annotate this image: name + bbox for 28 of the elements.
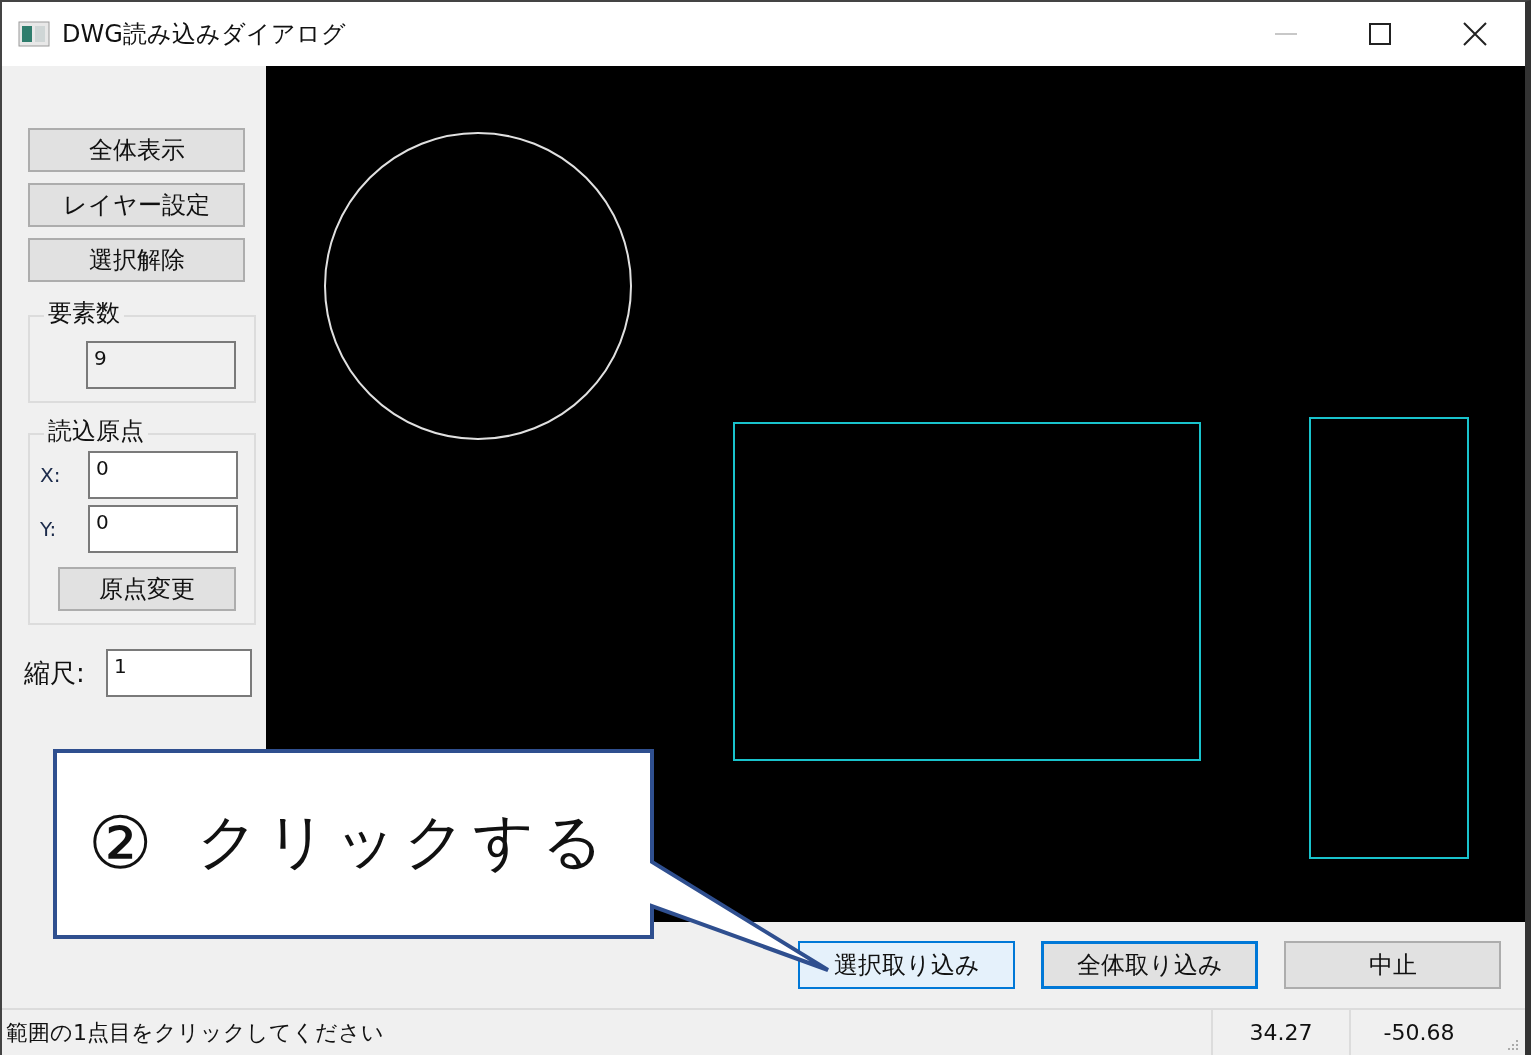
scale-label: 縮尺:: [24, 656, 86, 690]
rectangle-shape[interactable]: [1309, 417, 1469, 859]
side-button[interactable]: 選択解除: [28, 238, 245, 282]
element-count-field[interactable]: 9: [86, 341, 236, 389]
side-button[interactable]: レイヤー設定: [28, 183, 245, 227]
callout-number: ②: [88, 806, 153, 879]
close-icon[interactable]: [1463, 22, 1487, 46]
scale-field[interactable]: 1: [106, 649, 252, 697]
coordinate-field[interactable]: 0: [88, 505, 238, 553]
field-label: Y:: [40, 517, 58, 541]
status-message: 範囲の1点目をクリックしてください: [5, 1018, 385, 1047]
status-x-value: 34.27: [1211, 1010, 1349, 1055]
app-icon: [18, 21, 50, 47]
dialog-button[interactable]: 全体取り込み: [1041, 941, 1258, 989]
resize-grip-icon[interactable]: [1507, 1039, 1519, 1051]
window-title: DWG読み込みダイアログ: [62, 19, 346, 50]
dialog-button[interactable]: 中止: [1284, 941, 1501, 989]
field-label: X:: [40, 463, 62, 487]
callout-text: クリックする: [196, 805, 611, 878]
side-button[interactable]: 全体表示: [28, 128, 245, 172]
rectangle-shape[interactable]: [733, 422, 1201, 761]
change-origin-button[interactable]: 原点変更: [58, 567, 236, 611]
dialog-button[interactable]: 選択取り込み: [798, 941, 1015, 989]
drawing-canvas[interactable]: [266, 66, 1525, 922]
coordinate-field[interactable]: 0: [88, 451, 238, 499]
maximize-icon[interactable]: [1369, 23, 1391, 45]
circle-shape[interactable]: [324, 132, 632, 440]
status-y-value: -50.68: [1349, 1010, 1487, 1055]
